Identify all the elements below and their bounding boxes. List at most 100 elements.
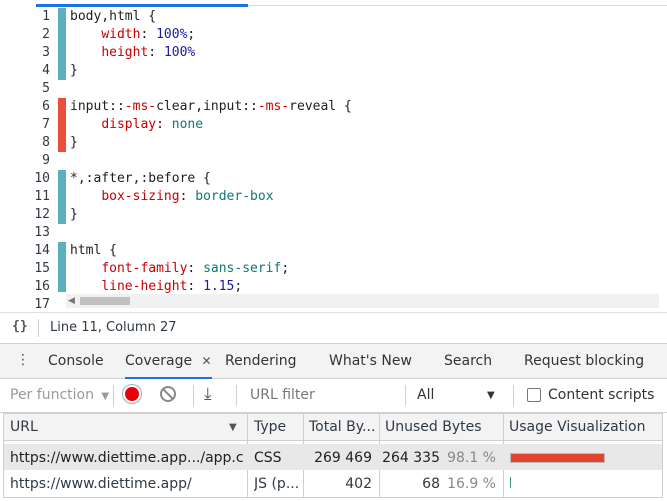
toolbar-divider bbox=[113, 385, 114, 406]
type-cell: CSS bbox=[254, 450, 282, 466]
code-token: } bbox=[70, 207, 78, 222]
code-line: body,html { bbox=[70, 8, 657, 26]
code-editor[interactable]: 1 2 3 4 5 6 7 8 9 10 11 12 13 14 15 16 17 body,html { wi… bbox=[0, 0, 667, 313]
code-token: 100% bbox=[156, 27, 188, 42]
code-token: -ms- bbox=[257, 99, 290, 114]
code-token: : bbox=[187, 261, 204, 276]
toolbar-divider bbox=[193, 385, 194, 406]
coverage-toolbar: Per function ▼ ⤓ URL filter All ▼ Conten… bbox=[0, 379, 667, 413]
tab-coverage[interactable]: Coverage ✕ bbox=[125, 353, 212, 379]
code-token: box-sizing bbox=[101, 189, 180, 204]
toolbar-divider bbox=[405, 385, 406, 406]
content-scripts-label: Content scripts bbox=[548, 387, 655, 403]
code-line: height: 100% bbox=[70, 44, 657, 62]
code-lines[interactable]: body,html { width: 100%; height: 100%} in… bbox=[70, 8, 657, 314]
code-token: : bbox=[156, 117, 172, 132]
sort-icon: ▼ bbox=[229, 422, 237, 433]
total-bytes-cell: 402 bbox=[345, 476, 372, 492]
editor-top-rule bbox=[248, 5, 667, 6]
column-header-total-bytes[interactable]: Total By... bbox=[309, 419, 375, 435]
coverage-marker-unused bbox=[58, 98, 66, 152]
scroll-left-icon[interactable]: ◀ bbox=[68, 296, 75, 306]
line-number: 6 bbox=[42, 99, 50, 114]
code-token: height bbox=[101, 45, 149, 60]
close-icon[interactable]: ✕ bbox=[202, 354, 212, 368]
code-line: font-family: sans-serif; bbox=[70, 260, 657, 278]
table-header: URL ▼ Type Total By... Unused Bytes Usag… bbox=[4, 414, 662, 441]
table-row[interactable]: https://www.diettime.app.../app.css CSS 26… bbox=[4, 444, 662, 470]
code-line: } bbox=[70, 134, 657, 152]
column-header-unused-bytes[interactable]: Unused Bytes bbox=[385, 419, 482, 435]
tab-console[interactable]: Console bbox=[48, 353, 104, 369]
type-select-value: All bbox=[417, 387, 435, 403]
code-token: } bbox=[70, 63, 78, 78]
usage-bar bbox=[510, 477, 511, 488]
unused-percent-cell: 98.1 % bbox=[447, 450, 496, 466]
code-token: body,html { bbox=[70, 9, 157, 24]
cursor-position: Line 11, Column 27 bbox=[50, 320, 177, 335]
coverage-table: URL ▼ Type Total By... Unused Bytes Usag… bbox=[3, 413, 663, 498]
url-filter-input[interactable]: URL filter bbox=[250, 387, 315, 403]
column-header-type[interactable]: Type bbox=[254, 419, 286, 435]
line-number: 11 bbox=[34, 189, 50, 204]
code-token: none bbox=[171, 117, 204, 132]
code-token: width bbox=[101, 27, 141, 42]
unused-percent-cell: 16.9 % bbox=[447, 476, 496, 492]
clear-icon[interactable] bbox=[160, 386, 176, 402]
line-number: 15 bbox=[34, 261, 50, 276]
unused-bytes-cell: 68 bbox=[422, 476, 440, 492]
scrollbar-thumb[interactable] bbox=[80, 297, 130, 305]
horizontal-scrollbar[interactable]: ◀ bbox=[66, 294, 659, 308]
line-number: 2 bbox=[42, 27, 50, 42]
record-icon[interactable] bbox=[125, 387, 139, 401]
status-divider bbox=[38, 319, 39, 337]
code-token: html { bbox=[70, 243, 117, 258]
pretty-print-icon[interactable]: {} bbox=[12, 319, 28, 334]
chevron-down-icon: ▼ bbox=[487, 390, 495, 401]
type-select[interactable]: All bbox=[417, 387, 434, 403]
line-number: 16 bbox=[34, 279, 50, 294]
code-line: display: none bbox=[70, 116, 657, 134]
code-token: : bbox=[148, 45, 164, 60]
code-token: : bbox=[140, 27, 157, 42]
content-scripts-checkbox[interactable] bbox=[527, 388, 541, 402]
code-token: ; bbox=[187, 27, 196, 42]
type-cell: JS (p... bbox=[254, 476, 300, 492]
column-header-usage[interactable]: Usage Visualization bbox=[509, 419, 646, 435]
more-tabs-icon[interactable]: ⋮ bbox=[16, 352, 30, 368]
tab-whats-new[interactable]: What's New bbox=[329, 353, 412, 369]
column-header-url[interactable]: URL bbox=[10, 419, 38, 435]
coverage-marker-used bbox=[58, 8, 66, 80]
tab-rendering[interactable]: Rendering bbox=[225, 353, 297, 369]
granularity-select[interactable]: Per function ▼ bbox=[10, 387, 109, 403]
table-row[interactable]: https://www.diettime.app/JS (p... 402 68 16… bbox=[4, 470, 662, 496]
url-cell: https://www.diettime.app/ bbox=[10, 476, 192, 492]
usage-bar bbox=[510, 453, 605, 463]
code-token: *,:after,:before { bbox=[70, 171, 211, 186]
code-line: } bbox=[70, 62, 657, 80]
code-token: clear,input:: bbox=[156, 99, 258, 114]
line-number: 9 bbox=[42, 153, 50, 168]
coverage-marker-used bbox=[58, 170, 66, 224]
tab-request-blocking[interactable]: Request blocking bbox=[524, 353, 644, 369]
export-icon[interactable]: ⤓ bbox=[204, 384, 212, 404]
code-token: : bbox=[179, 189, 196, 204]
code-token: display bbox=[101, 117, 157, 132]
code-line: input::-ms-clear,input::-ms-reveal { bbox=[70, 98, 657, 116]
line-number: 13 bbox=[34, 225, 50, 240]
code-line: box-sizing: border-box bbox=[70, 188, 657, 206]
line-number: 1 bbox=[42, 9, 50, 24]
code-token: : bbox=[187, 279, 204, 294]
tab-search[interactable]: Search bbox=[444, 353, 492, 369]
code-token: sans-serif bbox=[203, 261, 282, 276]
line-number: 12 bbox=[34, 207, 50, 222]
line-number: 3 bbox=[42, 45, 50, 60]
code-token: } bbox=[70, 135, 78, 150]
